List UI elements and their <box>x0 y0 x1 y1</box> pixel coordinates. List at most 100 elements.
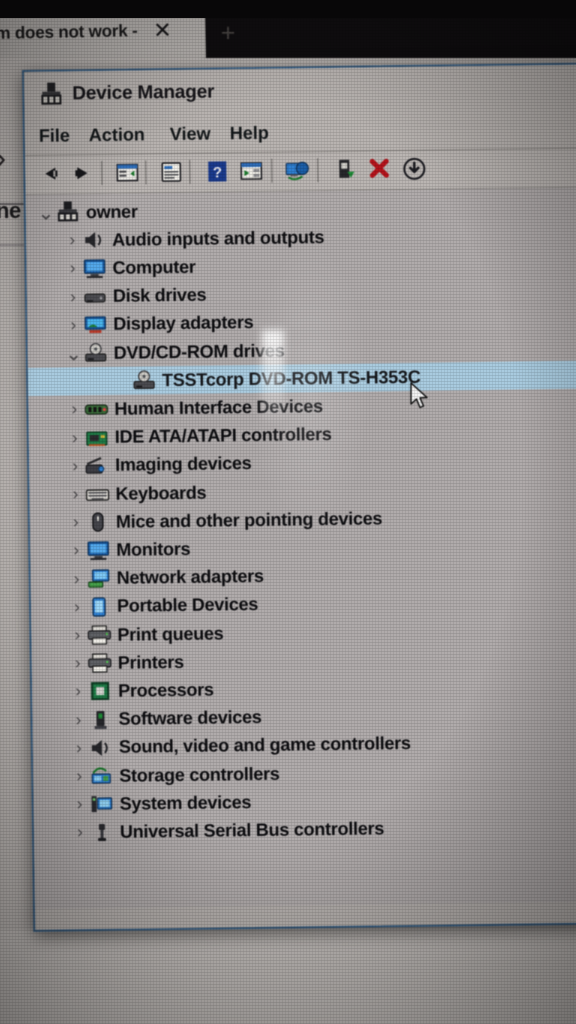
chevron-right-icon[interactable]: › <box>65 484 85 504</box>
tree-item-label: Monitors <box>116 538 191 560</box>
display-adapter-icon <box>83 314 107 336</box>
page-divider-2 <box>0 244 24 246</box>
optical-drive-icon <box>84 342 108 364</box>
device-tree[interactable]: ⌄ owner › Audio inputs and outputs › Compu… <box>25 187 576 909</box>
tree-item-label: Network adapters <box>116 565 264 588</box>
chevron-right-icon[interactable]: › <box>68 653 88 673</box>
chevron-right-icon[interactable]: › <box>69 794 89 814</box>
tree-item-label: Human Interface Devices <box>114 395 323 419</box>
chevron-right-icon[interactable]: › <box>69 738 89 758</box>
software-device-icon <box>88 708 112 730</box>
tree-item-label: DVD/CD-ROM drives <box>113 340 285 363</box>
menu-item-file[interactable]: File <box>39 125 70 146</box>
tree-item-label: Print queues <box>117 622 224 645</box>
chevron-right-icon[interactable]: › <box>63 315 83 335</box>
chevron-right-icon[interactable]: › <box>69 766 89 786</box>
tree-item-label: Processors <box>118 679 214 701</box>
device-manager-icon <box>41 82 62 105</box>
tree-item-label: Imaging devices <box>115 453 252 476</box>
tree-item-label: Keyboards <box>115 482 207 504</box>
window-title: Device Manager <box>72 81 215 105</box>
tree-item-label: Computer <box>112 256 196 278</box>
menu-item-view[interactable]: View <box>170 124 211 146</box>
reply-section: Reply Reply with quote <box>0 930 576 1024</box>
download-icon[interactable] <box>400 155 428 183</box>
portable-device-icon <box>87 596 111 618</box>
enable-device-icon[interactable] <box>331 156 359 184</box>
toolbar-separator-2 <box>145 160 147 185</box>
scan-hardware-changes-icon[interactable] <box>283 156 311 184</box>
toolbar-separator-1 <box>101 160 103 185</box>
speaker-icon <box>89 737 113 759</box>
tree-item-label: Printers <box>117 651 184 673</box>
tree-item-label: IDE ATA/ATAPI controllers <box>114 424 332 447</box>
chevron-right-icon[interactable]: › <box>68 710 88 730</box>
chevron-right-icon[interactable]: › <box>66 541 86 561</box>
tree-item-label: owner <box>85 200 138 222</box>
menu-item-help[interactable]: Help <box>230 123 269 145</box>
chevron-right-icon[interactable]: › <box>62 259 82 279</box>
window-title-bar[interactable]: Device Manager <box>24 64 576 120</box>
chevron-right-icon[interactable]: › <box>67 569 87 589</box>
plus-icon[interactable]: + <box>215 20 241 46</box>
printer-icon <box>87 624 112 646</box>
mouse-pointer <box>410 382 428 409</box>
chevron-right-icon[interactable]: › <box>67 625 87 645</box>
hid-icon <box>84 398 109 420</box>
ide-controller-icon <box>85 426 109 448</box>
tree-item-label: System devices <box>119 791 252 814</box>
chevron-down-icon[interactable]: ⌄ <box>36 200 56 225</box>
photo-top-bezel <box>0 0 576 18</box>
tree-item-label: Audio inputs and outputs <box>112 226 325 250</box>
browser-tab-title: m does not work - <box>0 21 138 43</box>
tree-item-label: Mice and other pointing devices <box>115 508 383 532</box>
speaker-icon <box>82 229 106 251</box>
network-adapter-icon <box>87 567 111 589</box>
printer-icon <box>88 652 112 674</box>
usb-icon <box>90 821 114 843</box>
show-hide-console-tree-icon[interactable] <box>113 158 141 186</box>
chevron-right-icon[interactable]: › <box>67 597 87 617</box>
processor-icon <box>88 680 112 702</box>
update-driver-icon[interactable] <box>237 157 265 185</box>
back-icon[interactable] <box>35 159 63 187</box>
tree-item-label: Software devices <box>118 707 262 729</box>
disk-drive-icon <box>83 286 107 308</box>
chevron-down-icon[interactable]: ⌄ <box>64 341 84 366</box>
optical-drive-icon <box>132 369 156 391</box>
forward-icon[interactable] <box>69 159 97 187</box>
chevron-right-icon[interactable]: › <box>68 682 88 702</box>
svg-text:?: ? <box>213 164 222 181</box>
help-icon[interactable]: ? <box>203 157 231 185</box>
properties-icon[interactable] <box>157 158 185 186</box>
chevron-right-icon[interactable]: › <box>70 823 90 843</box>
toolbar-separator-4 <box>271 158 273 183</box>
tree-item-label: Sound, video and game controllers <box>118 733 411 758</box>
chevron-right-icon[interactable]: › <box>64 400 84 420</box>
tree-item-label: Storage controllers <box>119 763 280 786</box>
chevron-right-icon: › <box>0 141 7 176</box>
tree-item-label: Display adapters <box>113 312 254 335</box>
chevron-right-icon[interactable]: › <box>65 456 85 476</box>
tree-item-label: Universal Serial Bus controllers <box>119 818 385 842</box>
menu-item-action[interactable]: Action <box>89 124 145 146</box>
chevron-right-icon[interactable]: › <box>66 512 86 532</box>
uninstall-device-icon[interactable] <box>365 155 393 183</box>
keyboard-icon <box>85 483 110 505</box>
monitor-icon <box>86 539 110 561</box>
system-device-icon <box>89 793 113 815</box>
chevron-right-icon[interactable]: › <box>63 287 83 307</box>
toolbar-separator-5 <box>317 158 319 183</box>
monitor-icon <box>82 257 106 279</box>
tree-item-label: Disk drives <box>112 284 207 306</box>
page-text-fragment: ne <box>0 198 21 223</box>
toolbar-separator-3 <box>189 159 191 184</box>
chevron-right-icon[interactable]: › <box>62 230 82 250</box>
mouse-icon <box>86 511 110 533</box>
device-manager-window: Device Manager File Action View Help ? ⌄… <box>22 62 576 932</box>
chevron-right-icon[interactable]: › <box>65 428 85 448</box>
tree-item-label: TSSTcorp DVD-ROM TS-H353C <box>161 366 421 390</box>
tree-item-label: Portable Devices <box>116 594 259 617</box>
computer-root-icon <box>56 201 80 223</box>
close-icon[interactable]: ✕ <box>150 17 174 42</box>
